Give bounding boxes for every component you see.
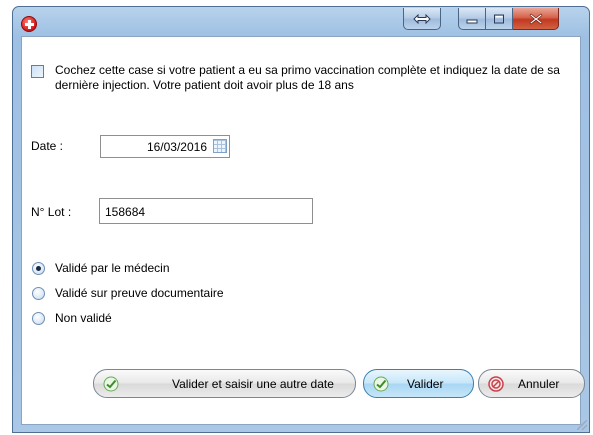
lot-label: N° Lot :: [31, 205, 72, 219]
calendar-icon[interactable]: [213, 139, 227, 153]
radio-label-validated-document[interactable]: Validé sur preuve documentaire: [55, 286, 224, 300]
title-bar[interactable]: [13, 7, 589, 37]
close-button[interactable]: [513, 8, 559, 30]
radio-validated-doctor[interactable]: [32, 262, 45, 275]
validate-label: Valider: [407, 377, 444, 391]
minimize-button[interactable]: [458, 8, 486, 30]
close-icon: [529, 13, 542, 24]
radio-not-validated[interactable]: [32, 312, 45, 325]
radio-label-not-validated[interactable]: Non validé: [55, 311, 112, 325]
resize-button[interactable]: [403, 8, 441, 30]
validate-and-new-label: Valider et saisir une autre date: [172, 377, 334, 391]
check-icon: [103, 376, 119, 392]
radio-validated-document[interactable]: [32, 287, 45, 300]
date-label: Date :: [31, 139, 64, 153]
checkbox-label: Cochez cette case si votre patient a eu …: [55, 63, 560, 92]
validate-and-new-button[interactable]: Valider et saisir une autre date: [93, 369, 356, 398]
radio-label-validated-doctor[interactable]: Validé par le médecin: [55, 261, 170, 275]
date-picker[interactable]: 16/03/2016: [100, 135, 230, 158]
cancel-label: Annuler: [518, 377, 560, 391]
primo-vaccination-checkbox[interactable]: [31, 65, 44, 78]
resize-grip[interactable]: [577, 420, 587, 430]
check-icon: [373, 376, 389, 392]
validate-button[interactable]: Valider: [363, 369, 474, 398]
app-logo-icon: [21, 16, 37, 32]
maximize-button[interactable]: [486, 8, 513, 30]
resize-icon: [413, 13, 431, 24]
cancel-button[interactable]: Annuler: [478, 369, 585, 398]
dialog-content: Cochez cette case si votre patient a eu …: [21, 36, 581, 425]
date-value: 16/03/2016: [146, 140, 207, 154]
minimize-icon: [466, 19, 478, 23]
maximize-icon: [494, 14, 504, 23]
dialog-window: Cochez cette case si votre patient a eu …: [12, 6, 590, 433]
lot-input[interactable]: 158684: [99, 198, 313, 224]
cancel-icon: [488, 376, 504, 392]
